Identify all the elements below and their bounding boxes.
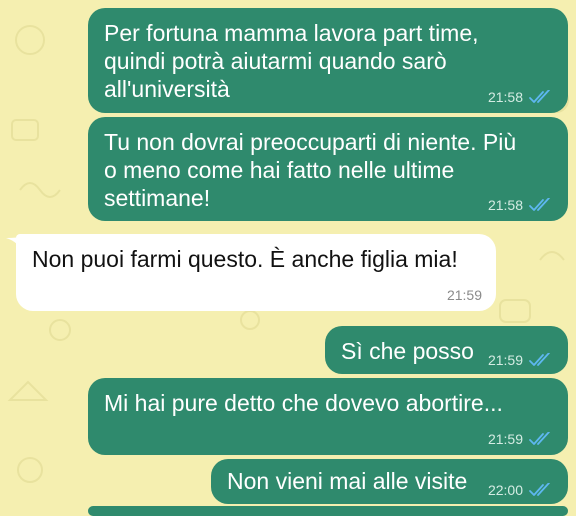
double-check-read-icon	[529, 353, 550, 366]
message-meta: 21:59	[488, 431, 554, 447]
message-meta: 22:00	[488, 482, 554, 498]
outgoing-message[interactable]: Sì che posso 21:59	[325, 326, 568, 374]
outgoing-message[interactable]: Mi hai pure detto che dovevo abortire...…	[88, 378, 568, 455]
outgoing-message[interactable]: Non vieni mai alle visite 22:00	[211, 459, 568, 504]
message-meta: 21:59	[447, 287, 482, 303]
message-time: 22:00	[487, 482, 523, 498]
message-text: Mi hai pure detto che dovevo abortire...	[104, 390, 503, 416]
outgoing-message-partial[interactable]	[88, 506, 568, 516]
incoming-message[interactable]: Non puoi farmi questo. È anche figlia mi…	[16, 234, 496, 311]
double-check-read-icon	[529, 90, 550, 103]
message-meta: 21:59	[488, 352, 554, 368]
message-time: 21:59	[487, 431, 523, 447]
message-text: Tu non dovrai preoccuparti di niente. Pi…	[104, 129, 517, 211]
message-meta: 21:58	[488, 197, 554, 213]
double-check-read-icon	[529, 198, 550, 211]
message-text: Per fortuna mamma lavora part time, quin…	[104, 20, 479, 102]
outgoing-message[interactable]: Per fortuna mamma lavora part time, quin…	[88, 8, 568, 113]
outgoing-message[interactable]: Tu non dovrai preoccuparti di niente. Pi…	[88, 117, 568, 221]
message-time: 21:58	[487, 89, 523, 105]
message-time: 21:58	[487, 197, 523, 213]
message-time: 21:59	[446, 287, 482, 303]
message-meta: 21:58	[488, 89, 554, 105]
double-check-read-icon	[529, 483, 550, 496]
message-text: Non puoi farmi questo. È anche figlia mi…	[32, 246, 458, 272]
message-time: 21:59	[487, 352, 523, 368]
double-check-read-icon	[529, 432, 550, 445]
